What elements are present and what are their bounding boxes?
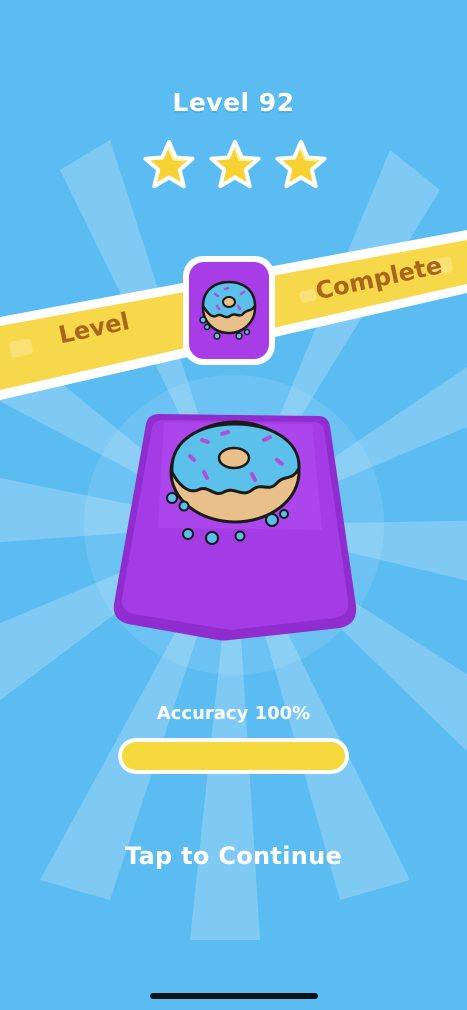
accuracy-progress-fill xyxy=(122,742,345,770)
accuracy-progress-bar xyxy=(118,738,349,774)
level-donut-icon xyxy=(183,256,275,365)
donut-keycap xyxy=(113,414,357,641)
level-complete-screen[interactable]: Level 92 Level Complete Accuracy 100% Ta… xyxy=(0,0,467,1010)
tap-to-continue[interactable]: Tap to Continue xyxy=(0,842,467,870)
accuracy-label: Accuracy 100% xyxy=(156,703,311,724)
home-indicator[interactable] xyxy=(150,993,318,999)
